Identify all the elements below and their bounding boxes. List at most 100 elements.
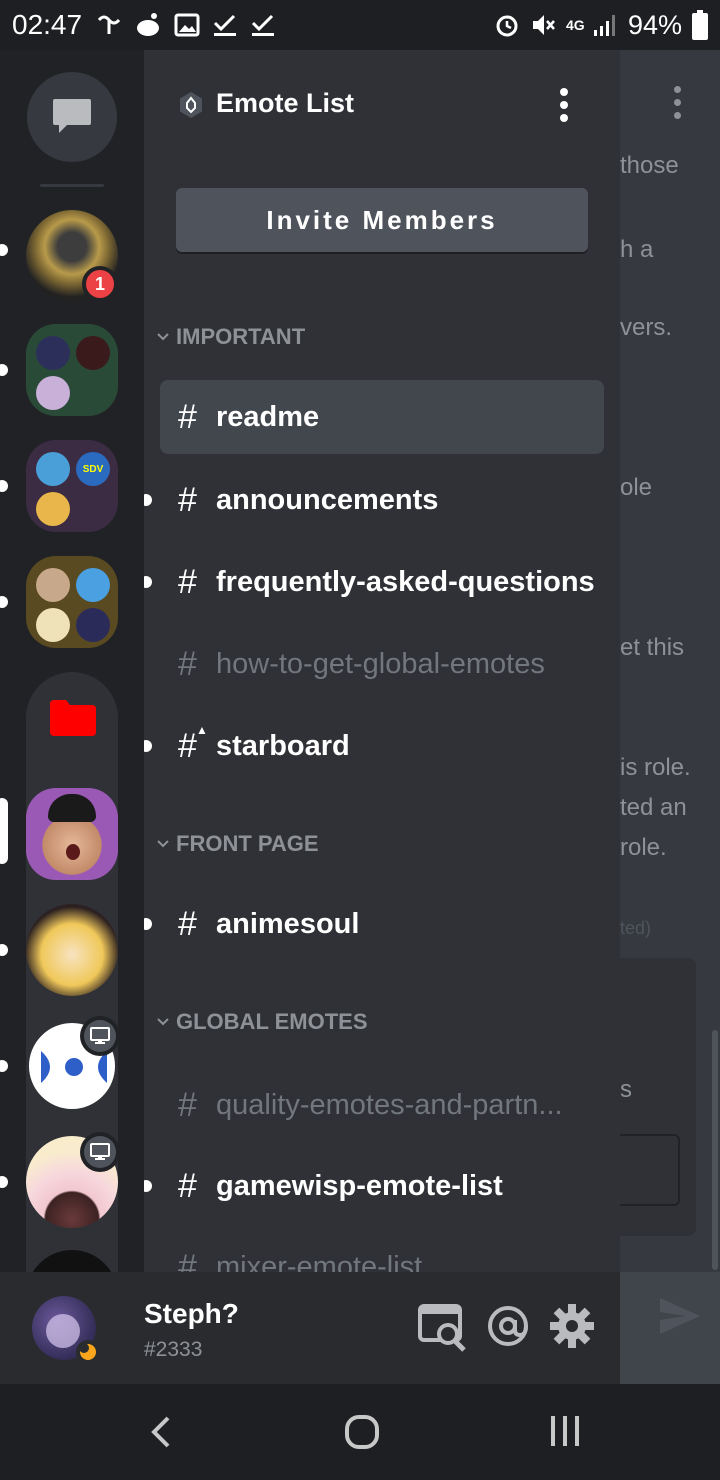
selected-indicator	[0, 798, 8, 864]
category-label: FRONT PAGE	[176, 831, 319, 856]
battery-percent: 94%	[627, 9, 682, 40]
unread-indicator	[144, 1180, 152, 1192]
hash-icon: #	[178, 904, 197, 943]
channel-label: gamewisp-emote-list	[216, 1169, 503, 1202]
chat-text-fragment: ted)	[620, 918, 652, 938]
idle-status-icon	[76, 1340, 100, 1364]
network-type: 4G	[565, 17, 585, 33]
stream-indicator	[80, 1132, 120, 1172]
channel-starboard[interactable]: # ▲ starboard	[160, 709, 604, 783]
recents-icon[interactable]	[548, 1414, 582, 1448]
notification-icons	[96, 12, 276, 38]
embed-button[interactable]	[620, 1134, 680, 1206]
system-icons: 4G 94%	[494, 10, 708, 41]
kebab-icon[interactable]	[674, 86, 682, 120]
channel-label: how-to-get-global-emotes	[216, 647, 545, 680]
unread-indicator	[0, 1060, 8, 1072]
category-global-emotes[interactable]: GLOBAL EMOTES	[152, 1002, 368, 1042]
category-front-page[interactable]: FRONT PAGE	[152, 824, 319, 864]
unread-indicator	[144, 740, 152, 752]
direct-messages-button[interactable]	[27, 72, 117, 162]
alarm-icon	[496, 15, 518, 37]
rail-separator	[40, 184, 104, 187]
category-important[interactable]: IMPORTANT	[152, 317, 305, 357]
background-chat-header	[620, 50, 720, 160]
battery-icon	[692, 10, 708, 40]
status-time: 02:47	[12, 9, 83, 40]
guild-folder-3[interactable]	[26, 556, 118, 648]
settings-gear-icon[interactable]	[550, 1304, 594, 1348]
channel-readme[interactable]: # readme	[160, 380, 604, 454]
chat-text-fragment: ted an	[620, 794, 687, 821]
channel-quality-emotes-and-partners[interactable]: # quality-emotes-and-partn...	[160, 1068, 604, 1142]
mute-icon	[532, 15, 555, 35]
category-label: GLOBAL EMOTES	[176, 1009, 368, 1034]
chat-scrollbar[interactable]	[712, 1030, 718, 1270]
guild-pogchamp-server[interactable]	[26, 788, 118, 880]
send-icon[interactable]	[658, 1296, 702, 1336]
unread-indicator	[0, 944, 8, 956]
android-nav-bar	[0, 1384, 720, 1480]
channel-gamewisp-emote-list[interactable]: # gamewisp-emote-list	[160, 1149, 604, 1223]
hash-icon: #	[178, 562, 197, 601]
username: Steph?	[144, 1298, 239, 1329]
channel-mixer-emote-list[interactable]: # mixer-emote-list	[160, 1230, 604, 1273]
guild-folder-2[interactable]: SDV	[26, 440, 118, 532]
home-icon[interactable]	[344, 1414, 380, 1450]
chat-text-fragment: vers.	[620, 314, 673, 341]
unread-indicator	[0, 244, 8, 256]
chat-text-fragment: s	[620, 1076, 632, 1103]
at-mention-icon[interactable]	[486, 1304, 530, 1348]
signal-icon	[593, 15, 615, 36]
user-panel: Steph? #2333	[0, 1272, 620, 1384]
hash-icon: #	[178, 1166, 197, 1205]
hash-icon: #	[178, 644, 197, 683]
channel-animesoul[interactable]: # animesoul	[160, 887, 604, 961]
invite-members-button[interactable]: Invite Members	[176, 188, 588, 252]
server-rail: 1 SDV	[0, 50, 144, 1272]
guild-anime-server[interactable]	[26, 904, 118, 996]
unread-indicator	[144, 576, 152, 588]
server-name: Emote List	[216, 88, 355, 118]
chat-text-fragment: is role.	[620, 754, 691, 781]
folder-icon[interactable]	[50, 700, 96, 736]
hash-icon: #	[178, 1247, 197, 1273]
stream-icon	[90, 1143, 110, 1160]
gallery-icon	[174, 13, 200, 37]
hash-icon: #	[178, 480, 197, 519]
background-chat: those h a vers. ole et this is role. ted…	[620, 50, 720, 1384]
mention-badge: 1	[82, 266, 118, 302]
guild-folder-1[interactable]	[26, 324, 118, 416]
kebab-icon[interactable]	[560, 88, 568, 127]
user-discriminator: #2333	[144, 1338, 203, 1361]
chat-text-fragment: ole	[620, 474, 653, 501]
unread-indicator	[0, 1176, 8, 1188]
check-download-icon-2	[252, 14, 275, 36]
channel-announcements[interactable]: # announcements	[160, 463, 604, 537]
check-download-icon	[214, 14, 237, 36]
channel-frequently-asked-questions[interactable]: # frequently-asked-questions	[160, 545, 604, 619]
server-header[interactable]: Emote List	[144, 50, 620, 160]
unread-indicator	[0, 596, 8, 608]
chat-bubble-icon	[53, 99, 91, 133]
channel-label: readme	[216, 400, 320, 433]
back-icon[interactable]	[148, 1414, 176, 1450]
channel-label: starboard	[216, 729, 350, 762]
stream-indicator	[80, 1016, 120, 1056]
chevron-down-icon	[152, 332, 174, 342]
channel-how-to-get-global-emotes[interactable]: # how-to-get-global-emotes	[160, 627, 604, 701]
channel-label: animesoul	[216, 907, 360, 940]
discover-search-icon[interactable]	[418, 1302, 468, 1352]
unread-indicator	[144, 918, 152, 930]
status-bar: 02:47 4G 94%	[0, 0, 720, 50]
chat-text-fragment: et this	[620, 634, 685, 661]
boost-icon	[180, 92, 202, 118]
unread-indicator	[0, 480, 8, 492]
channel-label: quality-emotes-and-partn...	[216, 1088, 563, 1121]
app-notification-icon	[97, 15, 121, 34]
channel-label: announcements	[216, 483, 439, 516]
reddit-icon	[137, 13, 160, 36]
channel-label: mixer-emote-list	[216, 1250, 423, 1273]
hash-icon: #	[178, 1085, 197, 1124]
stream-icon	[90, 1027, 110, 1044]
